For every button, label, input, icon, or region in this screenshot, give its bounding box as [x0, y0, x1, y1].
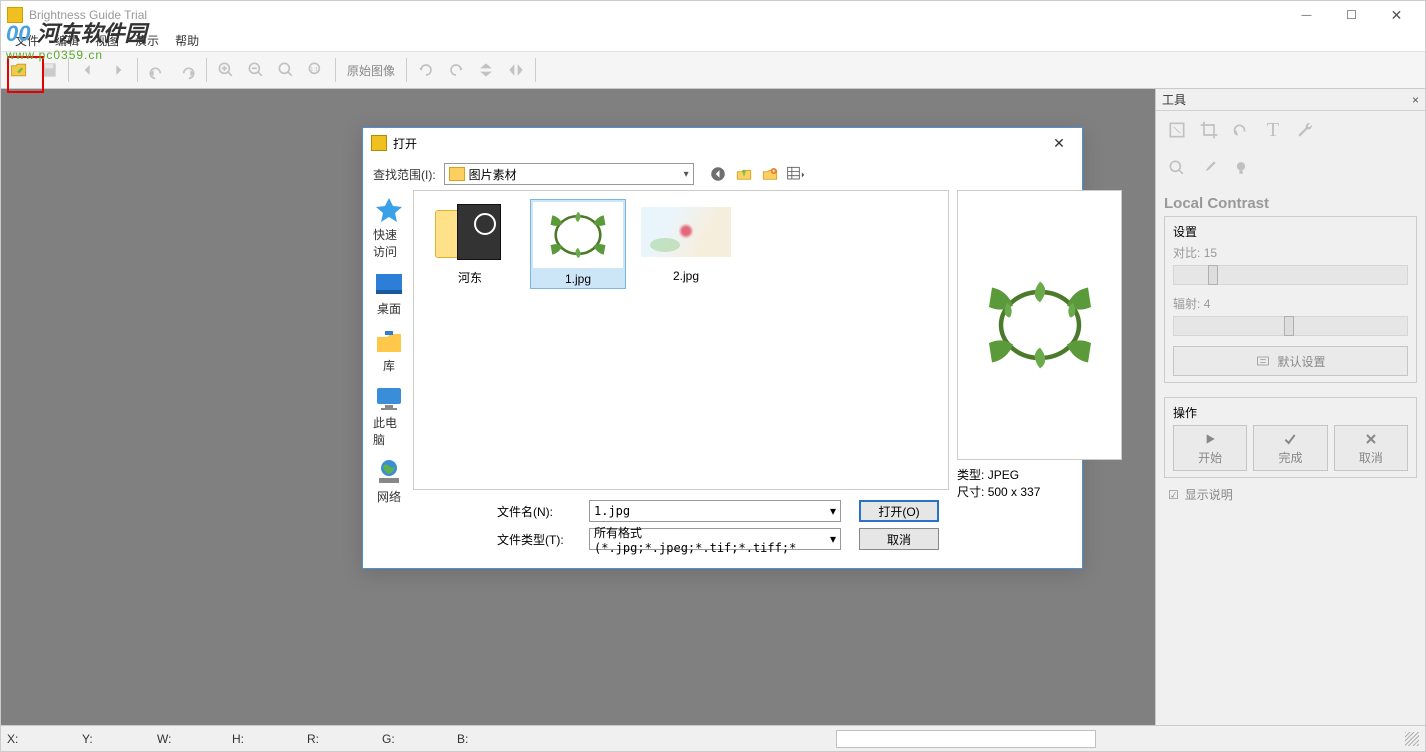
status-r: R:: [307, 732, 362, 746]
filename-input[interactable]: 1.jpg▾: [589, 500, 841, 522]
brush-tool-icon[interactable]: [1196, 155, 1222, 181]
place-desktop[interactable]: 桌面: [373, 270, 405, 317]
place-this-pc[interactable]: 此电脑: [373, 384, 405, 448]
rotate-ccw-button[interactable]: [412, 56, 440, 84]
open-button[interactable]: 打开(O): [859, 500, 939, 522]
undo-tool-icon[interactable]: [1228, 117, 1254, 143]
folder-dropdown[interactable]: 图片素材 ▾: [444, 163, 694, 185]
folder-icon: [449, 167, 465, 181]
window-close-button[interactable]: [1374, 3, 1419, 27]
new-folder-icon[interactable]: [760, 164, 780, 184]
default-settings-button[interactable]: 默认设置: [1173, 346, 1408, 376]
status-w: W:: [157, 732, 212, 746]
section-title: Local Contrast: [1164, 195, 1417, 212]
zoom-100-button[interactable]: 1:1: [302, 56, 330, 84]
menubar: 文件 编辑 视图 演示 帮助: [1, 29, 1425, 51]
titlebar: Brightness Guide Trial: [1, 1, 1425, 29]
zoom-in-button[interactable]: [212, 56, 240, 84]
places-bar: 快速访问 桌面 库 此电脑 网络: [373, 190, 405, 560]
menu-help[interactable]: 帮助: [167, 30, 207, 51]
svg-text:1:1: 1:1: [310, 67, 318, 73]
finish-button[interactable]: 完成: [1253, 425, 1327, 471]
dialog-close-button[interactable]: ✕: [1044, 135, 1074, 152]
flip-horizontal-button[interactable]: [502, 56, 530, 84]
zoom-out-button[interactable]: [242, 56, 270, 84]
preview-pane: [957, 190, 1122, 460]
menu-file[interactable]: 文件: [7, 30, 47, 51]
open-button-highlight: [7, 56, 44, 93]
folder-item[interactable]: 河东: [422, 199, 518, 286]
dialog-cancel-button[interactable]: 取消: [859, 528, 939, 550]
place-library[interactable]: 库: [373, 327, 405, 374]
filename-label: 文件名(N):: [497, 503, 579, 520]
tools-close-icon[interactable]: ×: [1412, 93, 1419, 107]
resize-tool-icon[interactable]: [1164, 117, 1190, 143]
contrast-slider[interactable]: 对比: 15: [1173, 244, 1408, 285]
window-minimize-button[interactable]: [1284, 3, 1329, 27]
status-g: G:: [382, 732, 437, 746]
wrench-tool-icon[interactable]: [1292, 117, 1318, 143]
settings-legend: 设置: [1173, 225, 1197, 239]
rotate-cw-button[interactable]: [442, 56, 470, 84]
start-button[interactable]: 开始: [1173, 425, 1247, 471]
undo-button[interactable]: [143, 56, 171, 84]
statusbar: X: Y: W: H: R: G: B:: [1, 725, 1425, 751]
open-file-dialog: 打开 ✕ 查找范围(I): 图片素材 ▾ 快速访问 桌面: [362, 127, 1083, 569]
nav-forward-button[interactable]: [104, 56, 132, 84]
window-maximize-button[interactable]: [1329, 3, 1374, 27]
dialog-icon: [371, 135, 387, 151]
tools-panel: 工具 × T Local Contrast 设置 对比: [1155, 89, 1425, 725]
nav-back-icon[interactable]: [708, 164, 728, 184]
place-quick-access[interactable]: 快速访问: [373, 196, 405, 260]
file-list[interactable]: 河东 1.jpg 2.jpg: [413, 190, 949, 490]
toolbar: 1:1 原始图像: [1, 51, 1425, 89]
place-network[interactable]: 网络: [373, 458, 405, 505]
filetype-dropdown[interactable]: 所有格式 (*.jpg;*.jpeg;*.tif;*.tiff;*▾: [589, 528, 841, 550]
nav-back-button[interactable]: [74, 56, 102, 84]
zoom-fit-button[interactable]: [272, 56, 300, 84]
show-description-checkbox[interactable]: ☑显示说明: [1168, 486, 1413, 503]
crop-tool-icon[interactable]: [1196, 117, 1222, 143]
menu-demo[interactable]: 演示: [127, 30, 167, 51]
status-y: Y:: [82, 732, 137, 746]
nav-up-icon[interactable]: [734, 164, 754, 184]
actions-legend: 操作: [1173, 406, 1197, 420]
dialog-title: 打开: [393, 135, 1044, 152]
file-item-2jpg[interactable]: 2.jpg: [638, 199, 734, 283]
resize-grip-icon[interactable]: [1405, 732, 1419, 746]
text-tool-icon[interactable]: T: [1260, 117, 1286, 143]
view-mode-icon[interactable]: [786, 164, 806, 184]
app-icon: [7, 7, 23, 23]
tools-title: 工具: [1162, 91, 1412, 108]
app-title: Brightness Guide Trial: [29, 8, 1284, 22]
status-readout: [836, 730, 1096, 748]
menu-view[interactable]: 视图: [87, 30, 127, 51]
flip-vertical-button[interactable]: [472, 56, 500, 84]
status-h: H:: [232, 732, 287, 746]
redo-button[interactable]: [173, 56, 201, 84]
search-tool-icon[interactable]: [1164, 155, 1190, 181]
bulb-tool-icon[interactable]: [1228, 155, 1254, 181]
status-b: B:: [457, 732, 512, 746]
menu-edit[interactable]: 编辑: [47, 30, 87, 51]
file-item-1jpg[interactable]: 1.jpg: [530, 199, 626, 289]
status-x: X:: [7, 732, 62, 746]
original-image-label: 原始图像: [341, 62, 401, 79]
filetype-label: 文件类型(T):: [497, 531, 579, 548]
radius-slider[interactable]: 辐射: 4: [1173, 295, 1408, 336]
cancel-button[interactable]: 取消: [1334, 425, 1408, 471]
lookin-label: 查找范围(I):: [373, 166, 436, 183]
